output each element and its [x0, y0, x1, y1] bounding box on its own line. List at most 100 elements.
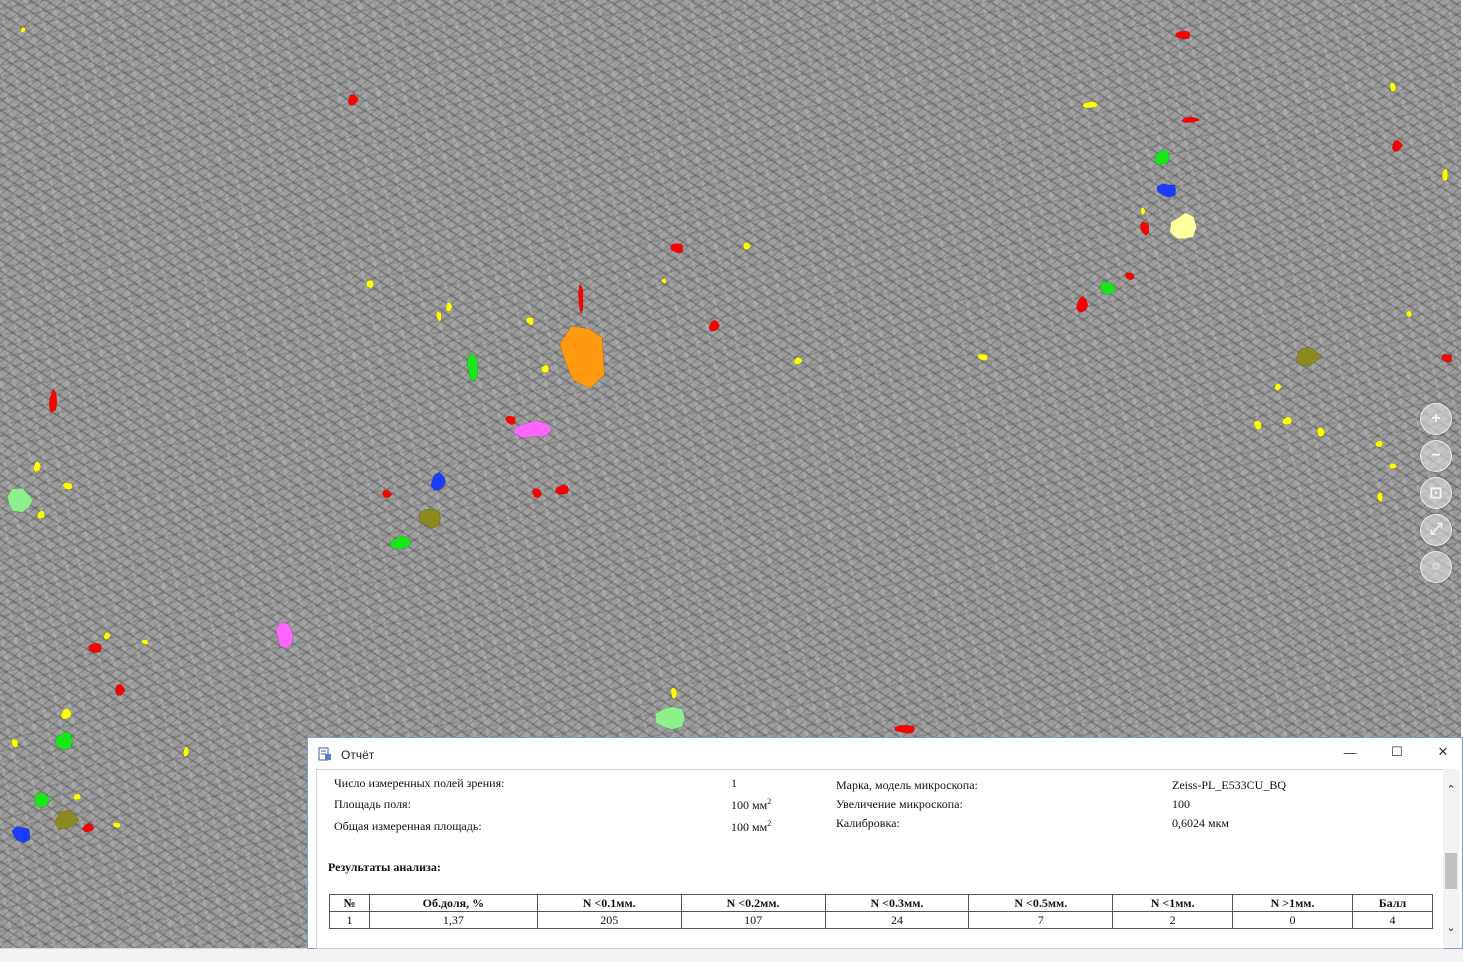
- inclusion-particle: [1169, 212, 1197, 239]
- inclusion-particle: [53, 809, 80, 829]
- field-area-label: Площадь поля:: [334, 797, 411, 811]
- inclusion-particle: [7, 487, 34, 513]
- inclusion-particle: [103, 631, 112, 640]
- report-titlebar[interactable]: Отчёт — ☐ ✕: [308, 738, 1462, 769]
- minimize-icon: —: [1343, 744, 1357, 760]
- inclusion-particle: [793, 356, 804, 365]
- zoom-out-button[interactable]: −: [1420, 440, 1452, 472]
- inclusion-particle: [55, 731, 73, 750]
- inclusion-particle: [112, 822, 121, 829]
- inclusion-particle: [742, 242, 752, 251]
- inclusion-particle: [62, 482, 73, 491]
- table-cell: 205: [536, 911, 682, 929]
- inclusion-particle: [33, 460, 42, 473]
- inclusion-particle: [505, 415, 516, 426]
- column-header: Об.доля, %: [368, 894, 538, 912]
- scroll-thumb[interactable]: [1445, 853, 1457, 889]
- report-content: Число измеренных полей зрения: 1 Площадь…: [316, 769, 1444, 949]
- fields-label: Число измеренных полей зрения:: [334, 776, 505, 790]
- inclusion-particle: [559, 325, 605, 389]
- inclusion-particle: [82, 822, 95, 833]
- minimize-button[interactable]: —: [1328, 741, 1372, 763]
- total-area-value: 100 мм2: [731, 819, 772, 834]
- inclusion-particle: [1376, 492, 1383, 503]
- column-header: N <0.3мм.: [824, 894, 970, 912]
- zoom-fit-button[interactable]: ⊡: [1420, 477, 1452, 509]
- inclusion-particle: [1140, 221, 1150, 236]
- inclusion-particle: [11, 738, 19, 749]
- inclusion-particle: [20, 26, 27, 33]
- vertical-scrollbar[interactable]: ⌃ ⌄: [1443, 769, 1459, 947]
- column-header: N <1мм.: [1112, 894, 1234, 912]
- column-header: №: [329, 894, 370, 912]
- window-title: Отчёт: [341, 748, 375, 762]
- inclusion-particle: [1076, 295, 1089, 313]
- inclusion-particle: [49, 388, 58, 414]
- zoom-out-icon: −: [1431, 447, 1441, 464]
- zoom-full-button[interactable]: ⤢: [1420, 514, 1452, 546]
- column-header: N >1мм.: [1232, 894, 1353, 912]
- status-strip: [0, 948, 1463, 962]
- inclusion-particle: [72, 793, 82, 801]
- column-header: Балл: [1351, 894, 1434, 912]
- results-table: № Об.доля, % N <0.1мм. N <0.2мм. N <0.3м…: [329, 894, 1434, 929]
- inclusion-particle: [531, 488, 542, 499]
- inclusion-particle: [1082, 101, 1099, 109]
- inclusion-particle: [708, 319, 721, 332]
- scroll-down-icon[interactable]: ⌄: [1443, 919, 1459, 935]
- results-heading: Результаты анализа:: [328, 860, 441, 874]
- inclusion-particle: [418, 508, 441, 529]
- inclusion-particle: [140, 639, 149, 646]
- inclusion-particle: [1140, 207, 1146, 216]
- maximize-button[interactable]: ☐: [1375, 741, 1419, 763]
- inclusion-particle: [1180, 116, 1201, 123]
- total-area-label: Общая измеренная площадь:: [334, 819, 482, 833]
- magnification-label: Увеличение микроскопа:: [836, 797, 963, 811]
- table-cell: 2: [1112, 911, 1234, 929]
- inclusion-particle: [525, 317, 534, 326]
- inclusion-particle: [555, 484, 570, 495]
- inclusion-particle: [1406, 310, 1413, 318]
- table-header-row: № Об.доля, % N <0.1мм. N <0.2мм. N <0.3м…: [329, 894, 1434, 912]
- close-icon: ✕: [1437, 744, 1449, 759]
- close-button[interactable]: ✕: [1421, 741, 1463, 763]
- inclusion-particle: [660, 278, 667, 284]
- zoom-full-icon: ⤢: [1429, 521, 1443, 538]
- zoom-reset-icon: ○: [1431, 558, 1441, 575]
- inclusion-particle: [1099, 281, 1117, 296]
- inclusion-particle: [1316, 427, 1326, 438]
- zoom-in-button[interactable]: +: [1420, 403, 1452, 435]
- inclusion-particle: [60, 707, 73, 720]
- magnification-value: 100: [1172, 797, 1190, 811]
- inclusion-particle: [381, 490, 393, 499]
- zoom-reset-button[interactable]: ○: [1420, 551, 1452, 583]
- table-cell: 24: [824, 911, 970, 929]
- inclusion-particle: [37, 509, 46, 520]
- table-row: 1 1,37 205 107 24 7 2 0 4: [329, 911, 1434, 929]
- column-header: N <0.5мм.: [968, 894, 1114, 912]
- inclusion-particle: [512, 420, 553, 439]
- inclusion-particle: [894, 725, 915, 734]
- zoom-in-icon: +: [1431, 410, 1441, 427]
- report-window[interactable]: Отчёт — ☐ ✕ Число измеренных полей зрени…: [307, 737, 1463, 949]
- inclusion-particle: [34, 792, 51, 808]
- inclusion-particle: [1375, 440, 1384, 448]
- field-area-value: 100 мм2: [731, 797, 772, 812]
- inclusion-particle: [1391, 139, 1404, 152]
- fields-value: 1: [731, 776, 737, 790]
- scroll-up-icon[interactable]: ⌃: [1443, 781, 1459, 797]
- inclusion-particle: [445, 301, 453, 312]
- inclusion-particle: [670, 243, 684, 254]
- report-icon: [318, 747, 331, 761]
- inclusion-particle: [670, 687, 678, 700]
- inclusion-particle: [1296, 347, 1322, 367]
- column-header: N <0.1мм.: [536, 894, 682, 912]
- calibration-value: 0,6024 мкм: [1172, 816, 1230, 830]
- inclusion-particle: [578, 284, 584, 315]
- microscope-label: Марка, модель микроскопа:: [836, 778, 978, 792]
- table-cell: 1,37: [368, 911, 538, 929]
- table-cell: 0: [1232, 911, 1353, 929]
- table-cell: 1: [329, 911, 370, 929]
- column-header: N <0.2мм.: [680, 894, 826, 912]
- inclusion-particle: [1154, 149, 1171, 166]
